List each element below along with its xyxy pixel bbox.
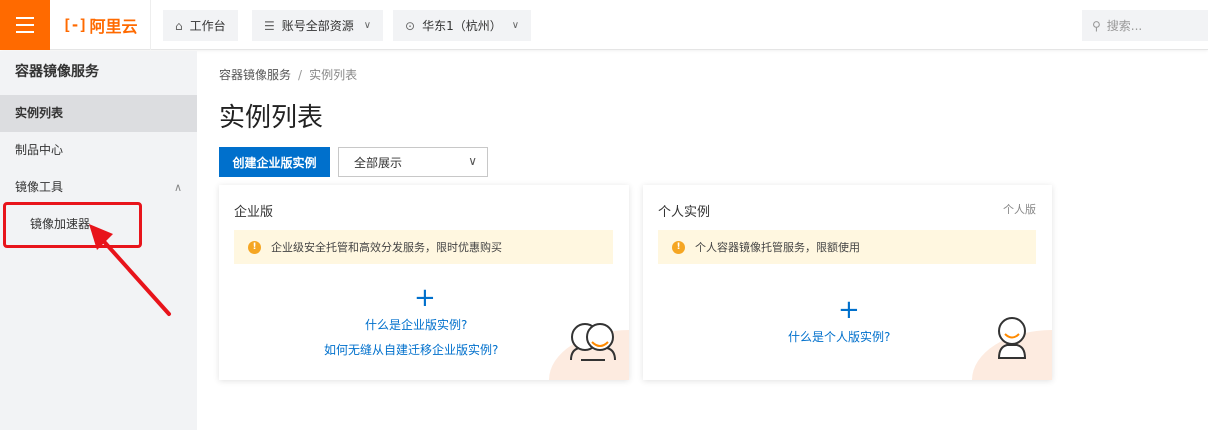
notice-banner: ! 企业级安全托管和高效分发服务，限时优惠购买 (234, 230, 613, 264)
card-tag: 个人版 (1003, 203, 1036, 216)
region-dropdown[interactable]: ⊙ 华东1（杭州） ∨ (393, 10, 532, 41)
chevron-down-icon: ∨ (511, 20, 520, 31)
migrate-enterprise-link[interactable]: 如何无缝从自建迁移企业版实例? (324, 341, 498, 358)
sidebar-item-image-tools[interactable]: 镜像工具 ∧ (0, 169, 197, 206)
page-title: 实例列表 (219, 103, 324, 133)
list-icon: ☰ (264, 18, 275, 33)
sidebar-item-instances[interactable]: 实例列表 (0, 95, 197, 132)
hamburger-icon (16, 17, 34, 19)
card-title: 个人实例 (658, 205, 711, 220)
filter-select-value: 全部展示 (354, 155, 403, 170)
menu-button[interactable] (0, 0, 50, 50)
add-icon[interactable]: + (414, 285, 436, 311)
person-illustration-icon (997, 317, 1027, 359)
resources-label: 账号全部资源 (281, 19, 354, 33)
warning-icon: ! (248, 240, 261, 254)
filter-select[interactable]: 全部展示 ∨ (338, 147, 488, 177)
annotation-arrow-icon (89, 224, 171, 316)
sidebar-item-label: 实例列表 (15, 106, 64, 120)
card-title: 企业版 (234, 205, 274, 220)
region-label: 华东1（杭州） (422, 19, 502, 33)
notice-banner: ! 个人容器镜像托管服务，限额使用 (658, 230, 1036, 264)
aliyun-logo[interactable]: [-] 阿里云 (50, 0, 151, 50)
breadcrumb-separator: / (298, 68, 303, 82)
breadcrumb-root-link[interactable]: 容器镜像服务 (219, 68, 291, 82)
search-input[interactable]: ⚲ 搜索... (1082, 10, 1208, 41)
search-icon: ⚲ (1092, 18, 1101, 33)
team-illustration-icon (570, 323, 616, 361)
sidebar-item-label: 镜像工具 (15, 180, 64, 194)
chevron-down-icon: ∨ (468, 154, 477, 168)
resources-dropdown[interactable]: ☰ 账号全部资源 ∨ (252, 10, 384, 41)
aliyun-logo-mark: [-] (62, 16, 87, 34)
warning-icon: ! (672, 240, 685, 254)
what-is-personal-link[interactable]: 什么是个人版实例? (788, 328, 890, 345)
notice-text: 企业级安全托管和高效分发服务，限时优惠购买 (271, 241, 502, 254)
top-bar: [-] 阿里云 ⌂ 工作台 ☰ 账号全部资源 ∨ ⊙ 华东1（杭州） ∨ ⚲ 搜… (0, 0, 1208, 50)
create-enterprise-instance-button[interactable]: 创建企业版实例 (219, 147, 330, 177)
search-placeholder: 搜索... (1106, 19, 1143, 33)
add-icon[interactable]: + (838, 297, 860, 323)
aliyun-logo-text: 阿里云 (89, 17, 138, 36)
notice-text: 个人容器镜像托管服务，限额使用 (695, 241, 860, 254)
breadcrumb: 容器镜像服务 / 实例列表 (219, 66, 357, 83)
home-icon: ⌂ (175, 18, 183, 33)
chevron-up-icon: ∧ (173, 181, 182, 194)
breadcrumb-current: 实例列表 (309, 68, 358, 82)
workbench-label: 工作台 (189, 19, 226, 33)
sidebar-title: 容器镜像服务 (15, 64, 99, 80)
what-is-enterprise-link[interactable]: 什么是企业版实例? (365, 316, 467, 333)
workbench-button[interactable]: ⌂ 工作台 (163, 10, 238, 41)
personal-card: 个人实例 个人版 ! 个人容器镜像托管服务，限额使用 + 什么是个人版实例? (643, 185, 1052, 380)
sidebar-item-label: 制品中心 (15, 143, 64, 157)
sidebar-item-artifacts[interactable]: 制品中心 (0, 132, 197, 169)
location-icon: ⊙ (405, 18, 416, 33)
chevron-down-icon: ∨ (363, 20, 372, 31)
enterprise-card: 企业版 ! 企业级安全托管和高效分发服务，限时优惠购买 + 什么是企业版实例? … (219, 185, 629, 380)
